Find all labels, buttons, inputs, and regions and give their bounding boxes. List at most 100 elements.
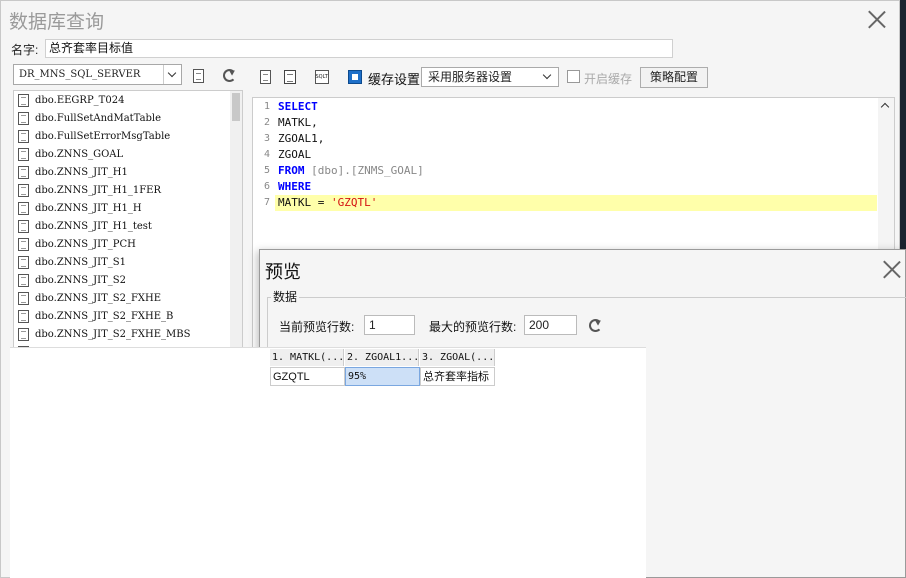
line-number: 2 [263,117,270,128]
sql-button[interactable]: SQLT [311,66,332,87]
cache-mode-select[interactable]: 采用服务器设置 [421,67,559,87]
tree-item[interactable]: dbo.ZNNS_JIT_H1_H [14,199,142,217]
chevron-down-icon [542,70,552,80]
line-number: 3 [263,133,270,144]
sql-icon: SQLT [314,69,329,84]
tree-item[interactable]: dbo.ZNNS_JIT_H1_1FER [14,181,161,199]
code-line: ZGOAL [278,148,312,161]
table-icon [18,291,29,305]
grid-cell[interactable]: 总齐套率指标 [420,367,495,386]
tree-item[interactable]: dbo.ZNNS_JIT_H1_test [14,217,152,235]
grid-column-header[interactable]: 3. ZGOAL(... [420,349,495,366]
tree-item[interactable]: dbo.FullSetErrorMsgTable [14,127,170,145]
line-number: 1 [263,101,270,112]
preview-button[interactable] [255,66,276,87]
cache-settings-icon [344,66,365,87]
table-icon [18,165,29,179]
tree-item-label: dbo.ZNNS_JIT_S2_FXHE_B [35,310,174,322]
tree-item-label: dbo.FullSetErrorMsgTable [35,130,171,142]
table-icon [18,111,29,125]
line-number: 5 [263,165,270,176]
code-line: ZGOAL1, [278,132,325,145]
sql-condition: MATKL = [278,196,331,209]
filter-doc-icon [193,68,204,83]
tree-item[interactable]: dbo.ZNNS_GOAL [14,145,123,163]
current-rows-label: 当前预览行数: [279,320,355,334]
grid-column-header[interactable]: 1. MATKL(... [270,349,344,366]
preview-title: 预览 [265,262,301,283]
sql-keyword: SELECT [278,100,318,113]
tree-item-label: dbo.ZNNS_JIT_H1_test [35,220,152,232]
grid-cell-selected[interactable]: 95% [345,367,420,386]
table-filter-button[interactable] [188,65,209,86]
data-group-label: 数据 [271,288,300,305]
table-icon [18,237,29,251]
tree-item-label: dbo.ZNNS_JIT_H1_1FER [35,184,161,196]
preview-icon [260,69,271,84]
table-icon [18,309,29,323]
tree-item[interactable]: dbo.ZNNS_JIT_H1 [14,163,128,181]
tree-scrollbar-thumb[interactable] [232,93,240,121]
tree-item-label: dbo.ZNNS_GOAL [35,148,124,160]
max-rows-input[interactable]: 200 [524,315,577,335]
table-icon [18,273,29,287]
enable-cache-checkbox[interactable] [567,70,580,83]
tree-item-label: dbo.EEGRP_T024 [35,94,125,106]
code-line: FROM [dbo].[ZNMS_GOAL] [278,163,424,179]
sql-keyword: FROM [278,164,305,177]
database-select[interactable]: DR_MNS_SQL_SERVER [13,64,182,85]
chevron-down-icon [163,65,181,84]
tree-item-label: dbo.ZNNS_JIT_PCH [35,238,136,250]
table-icon [18,201,29,215]
table-icon [18,93,29,107]
tree-item-label: dbo.ZNNS_JIT_H1_H [35,202,142,214]
refresh-tree-button[interactable] [219,65,240,86]
format-button[interactable] [279,66,300,87]
sql-string: 'GZQTL' [330,196,378,209]
sql-table-ref: [dbo].[ZNMS_GOAL] [304,164,424,177]
code-line: SELECT [278,99,318,115]
current-rows-input[interactable]: 1 [364,315,415,335]
preview-close-icon[interactable] [882,259,902,279]
line-number: 4 [263,149,270,160]
tree-item-label: dbo.ZNNS_JIT_S2 [35,274,126,286]
max-rows-label: 最大的预览行数: [429,320,517,334]
database-select-value: DR_MNS_SQL_SERVER [19,69,141,80]
chevron-up-icon[interactable] [880,102,890,112]
tree-item[interactable]: dbo.ZNNS_JIT_S2_FXHE_B [14,307,173,325]
name-input[interactable]: 总齐套率目标值 [45,39,673,58]
code-line: WHERE [278,179,311,195]
line-number: 7 [263,197,270,208]
line-number: 6 [263,181,270,192]
grid-column-header[interactable]: 2. ZGOAL1... [345,349,419,366]
dialog-title: 数据库查询 [9,11,105,33]
tree-item-label: dbo.ZNNS_JIT_S1 [35,256,126,268]
refresh-icon [223,69,236,82]
tree-item[interactable]: dbo.EEGRP_T024 [14,91,124,109]
cache-mode-value: 采用服务器设置 [428,70,513,84]
name-label: 名字: [11,43,39,57]
cache-settings-label: 缓存设置 [368,72,421,87]
preview-refresh-button[interactable] [585,315,606,336]
table-icon [18,183,29,197]
sql-keyword: WHERE [278,180,312,193]
close-icon[interactable] [867,9,887,29]
format-icon [283,69,296,84]
tree-item-label: dbo.ZNNS_JIT_S2_FXHE [35,292,162,304]
tree-item[interactable]: dbo.ZNNS_JIT_PCH [14,235,136,253]
grid-cell[interactable]: GZQTL [270,367,345,386]
tree-item[interactable]: dbo.ZNNS_JIT_S2_FXHE_MBS [14,325,190,343]
tree-item[interactable]: dbo.ZNNS_JIT_S2 [14,271,126,289]
table-icon [18,129,29,143]
enable-cache-label: 开启缓存 [584,72,633,86]
table-icon [18,327,29,341]
strategy-config-button[interactable]: 策略配置 [640,67,708,88]
table-icon [18,147,29,161]
code-line: MATKL = 'GZQTL' [278,195,377,211]
table-icon [18,255,29,269]
tree-item-label: dbo.ZNNS_JIT_H1 [35,166,128,178]
tree-item[interactable]: dbo.ZNNS_JIT_S1 [14,253,126,271]
tree-item[interactable]: dbo.FullSetAndMatTable [14,109,161,127]
tree-item[interactable]: dbo.ZNNS_JIT_S2_FXHE [14,289,161,307]
table-icon [18,219,29,233]
